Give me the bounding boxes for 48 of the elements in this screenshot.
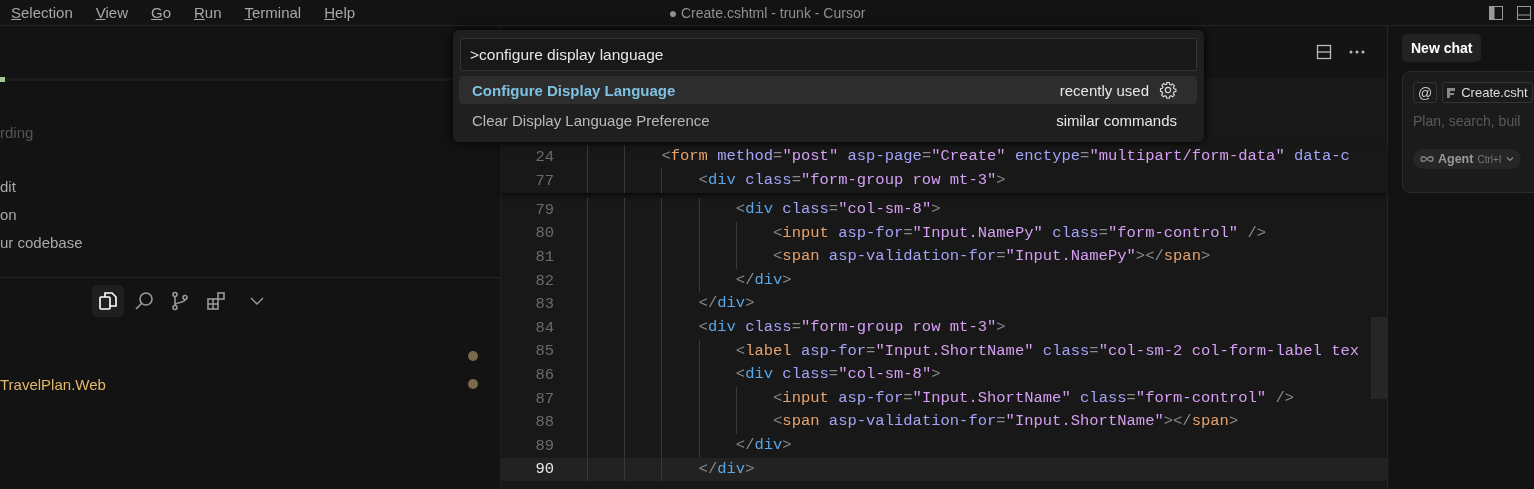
line-number: 85 xyxy=(534,342,554,361)
mention-button[interactable]: @ xyxy=(1413,82,1438,103)
blocks-icon[interactable] xyxy=(206,291,226,311)
line-number: 24 xyxy=(534,148,554,166)
files-tab[interactable] xyxy=(92,285,124,317)
menu-item[interactable]: Help xyxy=(324,4,356,21)
menu-item[interactable]: Go xyxy=(150,4,171,21)
menu-item[interactable]: Run xyxy=(194,4,222,21)
menu-item[interactable]: View xyxy=(95,4,128,21)
line-number: 84 xyxy=(534,318,554,337)
line-number: 90 xyxy=(534,460,554,479)
window-title: ● Create.cshtml - trunk - Cursor xyxy=(668,4,866,21)
line-number: 77 xyxy=(534,172,554,190)
search-icon[interactable] xyxy=(134,291,154,311)
file-icon xyxy=(1447,87,1456,98)
sidebar-item[interactable]: dit xyxy=(0,173,16,201)
agent-mode-dropdown[interactable]: Agent Ctrl+I xyxy=(1413,149,1521,169)
infinity-icon xyxy=(1420,155,1434,163)
line-number: 87 xyxy=(534,389,554,408)
line-number: 79 xyxy=(534,200,554,219)
chevron-down-icon[interactable] xyxy=(250,296,264,306)
files-icon[interactable] xyxy=(98,291,118,311)
panel-toggle-icon[interactable] xyxy=(1516,4,1532,21)
line-number: 83 xyxy=(534,295,554,314)
command-input[interactable]: >configure display language xyxy=(460,38,1197,71)
sidebar-item[interactable]: ur codebase xyxy=(0,229,83,257)
branch-icon[interactable] xyxy=(170,291,190,311)
menu-item[interactable]: Terminal xyxy=(244,4,302,21)
line-number: 86 xyxy=(534,365,554,384)
new-chat-tab[interactable]: New chat xyxy=(1402,34,1482,62)
line-number: 81 xyxy=(534,248,554,266)
command-item[interactable]: Clear Display Language Preference similar commands xyxy=(459,106,1197,134)
file-chip[interactable]: Create.csht xyxy=(1442,82,1533,103)
tree-item[interactable]: TravelPlan.Web xyxy=(0,375,106,393)
sidebar-toggle-icon[interactable] xyxy=(1488,4,1504,21)
active-indicator xyxy=(0,77,5,82)
more-icon[interactable] xyxy=(1349,50,1365,54)
line-number: 80 xyxy=(534,224,554,243)
modified-dot-icon xyxy=(468,379,478,389)
command-item[interactable]: Configure Display Language recently used xyxy=(459,76,1197,104)
split-editor-icon[interactable] xyxy=(1316,44,1332,60)
line-number: 89 xyxy=(534,436,554,455)
line-number: 82 xyxy=(534,271,554,290)
chevron-down-icon xyxy=(1505,156,1514,162)
sidebar-item[interactable]: on xyxy=(0,201,17,229)
menu-item[interactable]: Selection xyxy=(11,4,73,21)
gear-icon[interactable] xyxy=(1159,81,1177,99)
line-number: 88 xyxy=(534,413,554,432)
